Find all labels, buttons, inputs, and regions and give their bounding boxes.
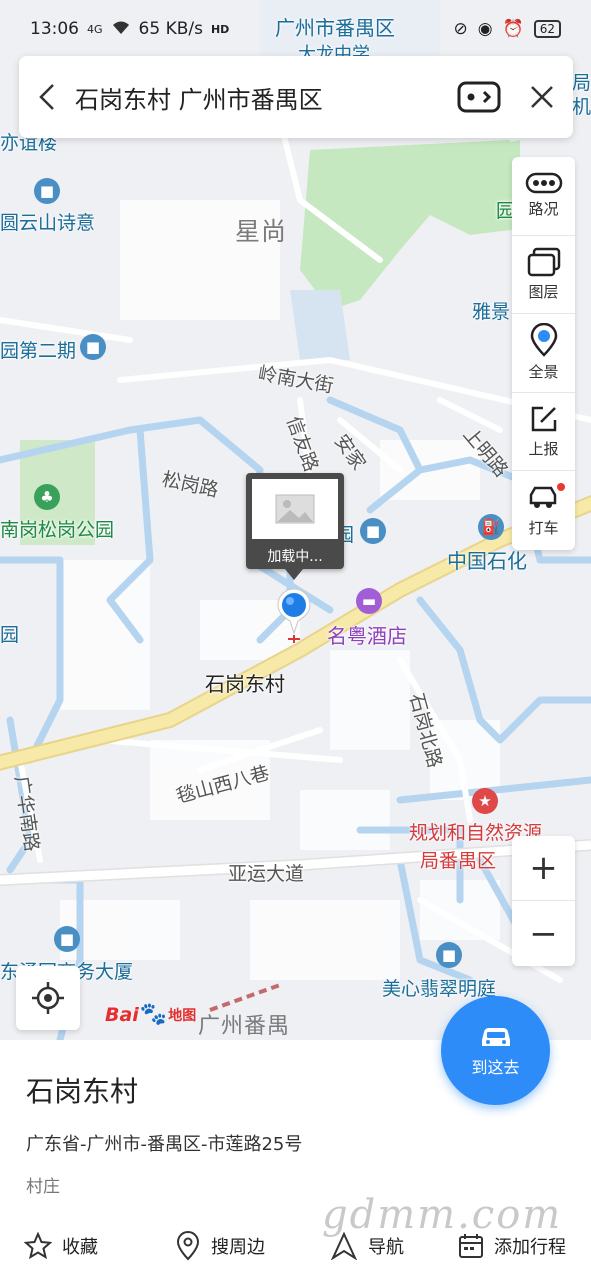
location-pin-icon[interactable] [276, 587, 312, 645]
government-icon[interactable]: ★ [472, 788, 498, 814]
tool-taxi[interactable]: 打车 [512, 471, 575, 550]
zoom-controls: + − [512, 836, 575, 966]
tool-label: 路况 [528, 200, 559, 219]
search-bar[interactable]: 石岗东村 广州市番禺区 [19, 56, 573, 138]
search-nearby-label: 搜周边 [211, 1237, 265, 1258]
map-label-district-star: 星尚 [235, 217, 288, 246]
tool-panorama[interactable]: 全景 [512, 314, 575, 393]
back-arrow-icon [39, 84, 54, 110]
wifi-icon [111, 19, 131, 40]
map-label-planning-2[interactable]: 局番禺区 [420, 846, 496, 873]
car-icon [481, 1027, 510, 1046]
tool-report[interactable]: 上报 [512, 393, 575, 472]
zoom-in-button[interactable]: + [512, 836, 575, 901]
map-label-yajing[interactable]: 雅景 [472, 297, 510, 324]
favorite-button[interactable]: 收藏 [24, 1232, 98, 1260]
map-label-left-edge[interactable]: 园 [0, 620, 19, 647]
close-icon [531, 86, 553, 108]
logo-bai: Bai [105, 1003, 139, 1026]
map-label-mingyue-hotel[interactable]: 名粤酒店 [327, 620, 407, 649]
map-label-songgang-park[interactable]: 南岗松岗公园 [0, 515, 114, 542]
navigate-button[interactable]: 导航 [330, 1232, 404, 1260]
park-icon[interactable]: ♣ [34, 484, 60, 510]
map-tools-panel: 路况 图层 全景 上报 打车 [512, 157, 575, 550]
add-trip-button[interactable]: 添加行程 [458, 1233, 566, 1259]
paw-icon: 🐾 [139, 1002, 168, 1027]
zoom-out-button[interactable]: − [512, 901, 575, 966]
signal-icon: 4G [87, 22, 103, 36]
traffic-icon [525, 173, 562, 194]
callout-loading-text: 加载中... [267, 549, 323, 565]
tool-label: 图层 [528, 282, 559, 301]
map-label-top-right-2[interactable]: 机 [572, 92, 591, 119]
map-label-selected-place: 石岗东村 [205, 672, 285, 696]
hd-icon: HD [210, 22, 230, 36]
status-time: 13:06 [30, 19, 79, 39]
gas-station-icon[interactable]: ⛽ [478, 514, 504, 540]
tool-traffic[interactable]: 路况 [512, 157, 575, 236]
back-button[interactable] [19, 56, 75, 138]
taxi-icon [529, 486, 556, 509]
building-icon[interactable]: ■ [80, 334, 106, 360]
logo-ditu: 地图 [168, 1007, 197, 1024]
star-icon [24, 1232, 52, 1260]
map-label-phase2[interactable]: 园第二期 [0, 336, 76, 363]
battery-icon: 62 [533, 20, 561, 38]
network-speed: 65 KB/s [138, 19, 203, 39]
go-here-button[interactable]: 到这去 [441, 996, 550, 1105]
crosshair-icon [32, 982, 64, 1014]
locate-me-button[interactable] [16, 966, 80, 1030]
tool-label: 上报 [528, 440, 559, 459]
place-preview-callout[interactable]: 加载中... [246, 473, 344, 580]
calendar-icon [459, 1234, 483, 1258]
search-query[interactable]: 石岗东村 广州市番禺区 [75, 80, 447, 115]
ar-button[interactable] [447, 56, 511, 138]
building-icon[interactable]: ■ [54, 926, 80, 952]
tool-label: 全景 [528, 363, 559, 382]
favorite-label: 收藏 [62, 1237, 98, 1258]
hotel-icon[interactable]: ▬ [356, 588, 382, 614]
navigate-icon [330, 1232, 358, 1260]
place-address: 广东省-广州市-番禺区-市莲路25号 [26, 1134, 303, 1155]
map-view[interactable]: 广州市番禺区 大龙中学 亦谊楼 圆云山诗意 星尚 园第二期 岭南大街 信友路 安… [0, 0, 591, 1040]
nearby-icon [176, 1231, 200, 1261]
layers-icon [527, 247, 560, 277]
building-icon[interactable]: ■ [34, 178, 60, 204]
map-label-top-right-1[interactable]: 局 [572, 68, 591, 95]
panorama-icon [530, 323, 557, 358]
image-placeholder-icon [252, 479, 338, 539]
tool-layers[interactable]: 图层 [512, 236, 575, 315]
go-here-label: 到这去 [471, 1057, 520, 1077]
navigate-label: 导航 [368, 1237, 404, 1258]
status-bar: 13:06 4G 65 KB/s HD ⊘ ◉ ⏰ 62 [0, 0, 591, 58]
map-label-yunshan[interactable]: 圆云山诗意 [0, 208, 95, 235]
action-bar: 收藏 搜周边 导航 添加行程 [0, 1226, 591, 1266]
ar-icon [457, 81, 501, 113]
baidu-map-logo: Bai 🐾 地图 [105, 1002, 196, 1027]
road-label-yayun: 亚运大道 [228, 863, 305, 885]
place-title: 石岗东村 [26, 1075, 139, 1108]
place-type: 村庄 [26, 1177, 60, 1197]
close-button[interactable] [511, 56, 573, 138]
map-label-meixin[interactable]: 美心翡翠明庭 [382, 974, 496, 1001]
report-icon [531, 406, 556, 432]
search-nearby-button[interactable]: 搜周边 [175, 1231, 265, 1261]
tool-label: 打车 [528, 519, 559, 538]
alarm-icon: ⏰ [502, 19, 524, 39]
building-icon[interactable]: ■ [360, 518, 386, 544]
add-trip-label: 添加行程 [494, 1237, 566, 1258]
notification-dot [557, 483, 565, 492]
lock-rotation-icon: ⊘ [453, 19, 468, 39]
building-icon[interactable]: ■ [436, 942, 462, 968]
map-label-guangzhou-panyu: 广州番禺 [198, 1014, 291, 1039]
location-icon: ◉ [477, 19, 493, 39]
